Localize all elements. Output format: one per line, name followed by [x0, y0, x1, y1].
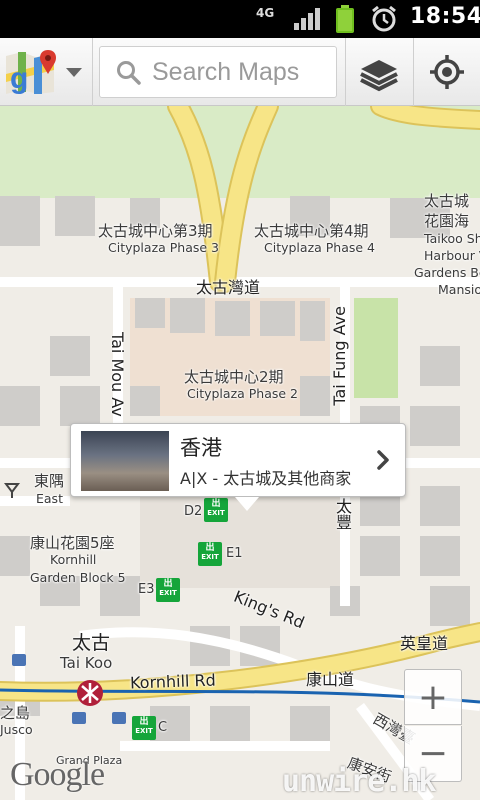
map-label: Taikoo Sh [424, 231, 480, 246]
map-label: Harbour V [424, 248, 480, 263]
road-label: 康山道 [306, 670, 355, 689]
search-input[interactable] [152, 47, 332, 97]
google-maps-logo-icon: g [6, 50, 56, 95]
map-label: East [36, 491, 63, 506]
road-label: 英皇道 [400, 634, 449, 653]
search-box[interactable] [99, 46, 337, 98]
map-label: Mansio [438, 282, 480, 297]
place-subtitle: A|X - 太古城及其他商家 [180, 469, 352, 488]
road-label: Tai Mou Av [108, 332, 127, 417]
map-label: Jusco [0, 722, 33, 737]
map-label: Cityplaza Phase 2 [187, 386, 299, 401]
map-label: 太古城 [424, 192, 470, 210]
map-label: 太古 [72, 632, 111, 654]
map-label: Kornhill [50, 552, 97, 567]
map-label: Tai Koo [60, 654, 113, 672]
app-logo-button[interactable]: g [0, 38, 92, 106]
battery-icon [336, 5, 354, 33]
watermark-text: unwire.hk [282, 764, 437, 799]
road-label: 太古灣道 [196, 278, 261, 297]
street-photo-thumbnail[interactable] [81, 431, 169, 491]
map-label: Cityplaza Phase 3 [108, 240, 220, 255]
map-label: Cityplaza Phase 4 [264, 240, 376, 255]
map-label: Gardens Be [414, 265, 480, 280]
alarm-icon [372, 5, 396, 32]
plus-icon: + [417, 677, 449, 718]
my-location-icon [430, 55, 464, 89]
map-label: 東隅 [34, 472, 65, 490]
map-label: 太古城中心2期 [184, 368, 284, 386]
mtr-exit-icon: 出 EXIT [156, 578, 180, 602]
exit-label: C [158, 720, 168, 735]
map-label: 之島 [0, 704, 31, 722]
road-label: 太豐 [333, 498, 352, 530]
toolbar-divider [92, 38, 93, 106]
status-bar: 4G 18:54 [0, 0, 480, 38]
svg-text:g: g [10, 62, 28, 95]
place-info-bubble[interactable]: 香港 A|X - 太古城及其他商家 [70, 423, 406, 511]
map-label: 太古城中心第4期 [254, 222, 369, 240]
map-label: Garden Block 5 [30, 570, 126, 585]
clock-time: 18:54 [410, 4, 480, 29]
google-attribution-logo: Google [10, 756, 105, 793]
chevron-right-icon[interactable] [371, 442, 397, 478]
mtr-exit-icon: 出 EXIT [198, 542, 222, 566]
network-type-label: 4G [256, 6, 275, 20]
zoom-in-button[interactable]: + [404, 669, 462, 725]
road-label: Tai Fung Ave [330, 306, 349, 406]
mtr-exit-icon: 出 EXIT [204, 498, 228, 522]
search-icon [117, 61, 141, 85]
exit-label: E3 [138, 582, 155, 597]
mtr-exit-icon: 出 EXIT [132, 716, 156, 740]
map-label: 康山花園5座 [30, 534, 115, 552]
road-label: Kornhill Rd [129, 670, 217, 693]
layers-button[interactable] [346, 38, 412, 106]
bubble-pointer [235, 497, 259, 511]
chevron-down-icon [66, 68, 82, 77]
exit-label: D2 [184, 504, 203, 519]
layers-icon [360, 60, 398, 92]
place-title: 香港 [180, 436, 222, 460]
my-location-button[interactable] [414, 38, 480, 106]
maps-action-bar: g [0, 38, 480, 106]
map-label: 花園海 [424, 212, 470, 230]
map-view[interactable]: 太古城中心第3期 Cityplaza Phase 3 太古城中心第4期 City… [0, 106, 480, 800]
exit-label: E1 [226, 546, 243, 561]
map-label: 太古城中心第3期 [98, 222, 213, 240]
signal-icon [294, 8, 320, 30]
